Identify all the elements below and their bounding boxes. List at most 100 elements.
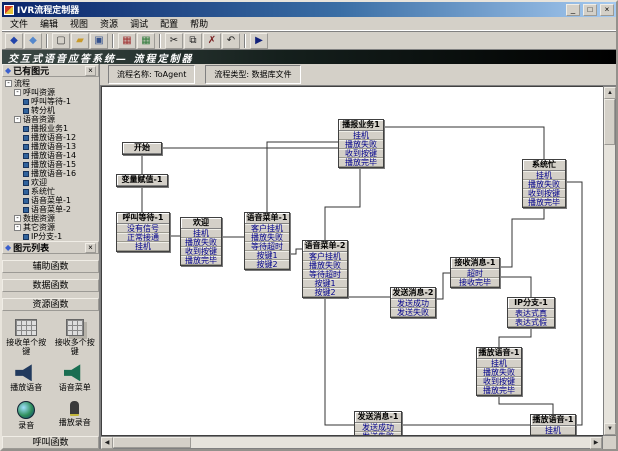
node-port[interactable]: 播放完毕 [181,256,221,265]
open-file-button[interactable]: ▰ [71,33,89,49]
node-port[interactable]: 收到按键 [477,377,521,386]
node-port[interactable]: 等待超时 [303,270,347,279]
flow-node-call-wait-1[interactable]: 呼叫等待-1没有信号正常接通挂机 [116,212,170,252]
close-button[interactable]: × [600,4,614,16]
scroll-down-icon[interactable]: ▼ [604,423,616,435]
function-group-2[interactable]: 资源函数 [2,298,99,311]
node-port[interactable]: 播放失败 [477,368,521,377]
node-port[interactable]: 播放失败 [523,180,565,189]
existing-elements-panel-header[interactable]: ◆ 已有图元 × [2,64,99,77]
expander-icon[interactable]: - [14,116,21,123]
cut-button[interactable]: ✂ [165,33,183,49]
node-port[interactable]: 没有信号 [117,224,169,233]
node-port[interactable]: 发送失败 [355,432,401,436]
node-port[interactable]: 等待超时 [245,242,289,251]
node-port[interactable]: 表达式真 [508,309,554,318]
node-port[interactable]: 播放完毕 [523,198,565,207]
scroll-up-icon[interactable]: ▲ [604,87,616,99]
node-port[interactable]: 挂机 [339,131,383,140]
tool-record[interactable]: 录音 [3,401,49,430]
grid-view-button[interactable]: ▦ [118,33,136,49]
element-list-close-icon[interactable]: × [85,243,96,253]
window-titlebar[interactable]: IVR流程定制器 _ □ × [2,2,616,17]
tree-item-17[interactable]: IP分支-1 [5,232,99,241]
tool-receive-multi-key[interactable]: 接收多个按键 [52,319,98,356]
expander-icon[interactable]: - [14,215,21,222]
menu-item-2[interactable]: 视图 [64,17,94,30]
node-port[interactable]: 播放完毕 [339,158,383,167]
scroll-right-icon[interactable]: ▶ [590,437,602,449]
menu-item-4[interactable]: 调试 [124,17,154,30]
flow-node-play-voice-1b[interactable]: 播放语音-1挂机播放失败收到按键播放完毕 [530,414,576,436]
node-port[interactable]: 播放失败 [339,140,383,149]
tree-item-10[interactable]: 播放语音-16 [5,169,99,178]
flow-node-welcome[interactable]: 欢迎挂机播放失败收到按键播放完毕 [180,217,222,266]
node-port[interactable]: 按键2 [303,288,347,297]
menu-item-0[interactable]: 文件 [4,17,34,30]
table-view-button[interactable]: ▦ [137,33,155,49]
node-port[interactable]: 播放失败 [303,261,347,270]
node-port[interactable]: 挂机 [181,229,221,238]
node-port[interactable]: 超时 [451,269,499,278]
menu-item-3[interactable]: 资源 [94,17,124,30]
flow-node-assign-1[interactable]: 变量赋值-1 [116,174,168,187]
flow-node-send-msg-2[interactable]: 发送消息-2发送成功发送失败 [390,287,436,318]
node-port[interactable]: 挂机 [117,242,169,251]
flow-node-broadcast-1[interactable]: 播报业务1挂机播放失败收到按键播放完毕 [338,119,384,168]
tool-play-voice[interactable]: 播放语音 [3,364,49,392]
menu-item-6[interactable]: 帮助 [184,17,214,30]
horizontal-scroll-thumb[interactable] [113,437,191,448]
node-port[interactable]: 发送失败 [391,308,435,317]
flow-node-recv-msg-1[interactable]: 接收消息-1超时接收完毕 [450,257,500,288]
flow-node-send-msg-1[interactable]: 发送消息-1发送成功发送失败 [354,411,402,436]
node-port[interactable]: 发送成功 [391,299,435,308]
tool-receive-single-key[interactable]: 接收单个按键 [3,319,49,356]
vertical-scroll-thumb[interactable] [604,99,615,145]
flow-node-play-voice-1[interactable]: 播放语音-1挂机播放失败收到按键播放完毕 [476,347,522,396]
node-port[interactable]: 正常接通 [117,233,169,242]
maximize-button[interactable]: □ [583,4,597,16]
save-button[interactable]: ▣ [90,33,108,49]
tool-play-record[interactable]: 播放录音 [52,401,98,430]
node-port[interactable]: 收到按键 [339,149,383,158]
menu-item-1[interactable]: 编辑 [34,17,64,30]
node-port[interactable]: 收到按键 [181,247,221,256]
node-port[interactable]: 收到按键 [523,189,565,198]
copy-button[interactable]: ⧉ [184,33,202,49]
node-port[interactable]: 按键1 [245,251,289,260]
function-group-0[interactable]: 辅助函数 [2,260,99,273]
menu-item-5[interactable]: 配置 [154,17,184,30]
flow-node-start[interactable]: 开始 [122,142,162,155]
node-port[interactable]: 挂机 [477,359,521,368]
node-port[interactable]: 播放失败 [181,238,221,247]
nav-diamond-forward-button[interactable]: ◆ [24,33,42,49]
horizontal-scrollbar[interactable]: ◀ ▶ [100,436,603,449]
existing-elements-close-icon[interactable]: × [85,66,96,76]
flow-canvas[interactable]: 开始变量赋值-1 呼叫等待-1没有信号正常接通挂机欢迎挂机播放失败收到按键播放完毕… [101,86,603,436]
node-port[interactable]: 客户挂机 [245,224,289,233]
minimize-button[interactable]: _ [566,4,580,16]
function-group-1[interactable]: 数据函数 [2,279,99,292]
undo-button[interactable]: ↶ [222,33,240,49]
node-port[interactable]: 播放完毕 [477,386,521,395]
node-port[interactable]: 播放失败 [245,233,289,242]
node-port[interactable]: 按键2 [245,260,289,269]
run-button[interactable]: ▶ [250,33,268,49]
new-file-button[interactable]: ▢ [52,33,70,49]
node-port[interactable]: 挂机 [523,171,565,180]
element-list-panel-header[interactable]: ◆ 图元列表 × [2,241,99,254]
delete-button[interactable]: ✗ [203,33,221,49]
node-port[interactable]: 挂机 [531,426,575,435]
expander-icon[interactable]: - [5,80,12,87]
vertical-scrollbar[interactable]: ▲ ▼ [603,86,616,436]
function-group-call[interactable]: 呼叫函数 [2,436,99,449]
node-port[interactable]: 按键1 [303,279,347,288]
nav-diamond-back-button[interactable]: ◆ [5,33,23,49]
flow-node-ip-branch-1[interactable]: IP分支-1表达式真表达式假 [507,297,555,328]
tool-voice-menu[interactable]: 语音菜单 [52,364,98,392]
node-port[interactable]: 播放失败 [531,435,575,436]
flow-node-voice-menu-1[interactable]: 语音菜单-1客户挂机播放失败等待超时按键1按键2 [244,212,290,270]
flow-node-sys-busy[interactable]: 系统忙挂机播放失败收到按键播放完毕 [522,159,566,208]
horizontal-scroll-track[interactable] [191,437,590,448]
scroll-left-icon[interactable]: ◀ [101,437,113,449]
